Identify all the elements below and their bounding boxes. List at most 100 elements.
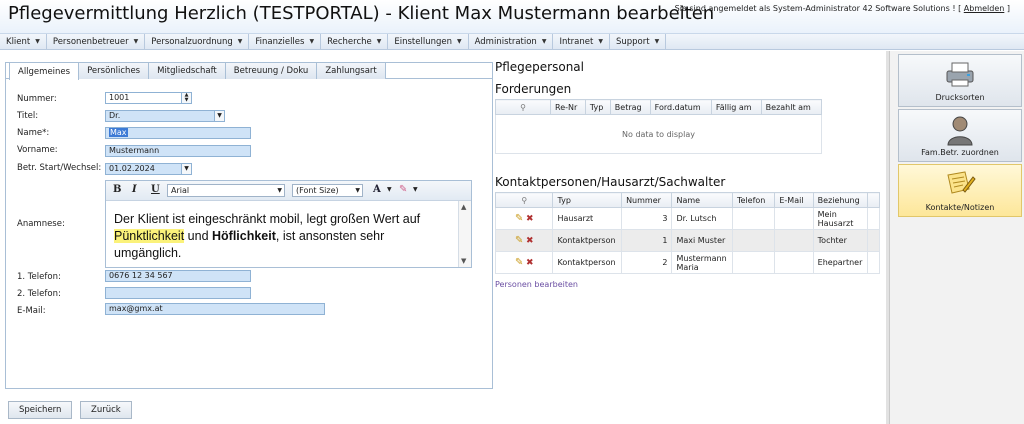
column-header[interactable]: Typ xyxy=(584,99,611,115)
kontakte-notizen-button[interactable]: Kontakte/Notizen xyxy=(898,164,1022,217)
chevron-down-icon[interactable]: ▼ xyxy=(413,186,418,193)
menu-item-support[interactable]: Support ▼ xyxy=(610,34,667,49)
drucksorten-button[interactable]: Drucksorten xyxy=(898,54,1022,107)
table-row[interactable]: ✎ ✖ Kontaktperson 1 Maxi Muster Tochter xyxy=(494,229,881,252)
menu-item-einstellungen[interactable]: Einstellungen ▼ xyxy=(388,34,469,49)
anamnese-editor[interactable]: B I U Arial ▼ (Font Size) ▼ A ▼ ✎ ▼ Der … xyxy=(105,180,472,268)
cell-nummer: 2 xyxy=(621,251,673,274)
fam-betr-zuordnen-button[interactable]: Fam.Betr. zuordnen xyxy=(898,109,1022,162)
tab-allgemeines[interactable]: Allgemeines xyxy=(9,62,80,80)
tab-betreuung-doku[interactable]: Betreuung / Doku xyxy=(224,62,318,79)
column-header[interactable]: Ford.datum xyxy=(649,99,712,115)
logout-link[interactable]: Abmelden xyxy=(964,4,1005,13)
printer-icon xyxy=(946,62,974,87)
scroll-down-icon[interactable]: ▼ xyxy=(461,257,466,265)
editor-toolbar: B I U Arial ▼ (Font Size) ▼ A ▼ ✎ ▼ xyxy=(106,181,471,201)
menu-item-personenbetreuer[interactable]: Personenbetreuer ▼ xyxy=(47,34,146,49)
table-row[interactable]: ✎ ✖ Kontaktperson 2 Mustermann Maria Ehe… xyxy=(494,251,881,274)
chevron-down-icon: ▼ xyxy=(654,38,660,45)
menu-item-klient[interactable]: Klient ▼ xyxy=(0,34,47,49)
edit-icon[interactable]: ✎ xyxy=(515,257,523,268)
column-header[interactable]: Typ xyxy=(552,192,623,208)
fam-betr-label: Fam.Betr. zuordnen xyxy=(921,148,999,157)
column-header[interactable]: Beziehung xyxy=(812,192,868,208)
menu-label: Personenbetreuer xyxy=(52,36,129,47)
pflegepersonal-heading: Pflegepersonal xyxy=(495,60,584,74)
tab-mitgliedschaft[interactable]: Mitgliedschaft xyxy=(148,62,226,79)
edit-icon[interactable]: ✎ xyxy=(515,213,523,224)
delete-icon[interactable]: ✖ xyxy=(526,236,534,246)
italic-button[interactable]: I xyxy=(132,184,137,195)
cell-telefon xyxy=(731,229,776,252)
nummer-value: 1001 xyxy=(109,93,130,102)
delete-icon[interactable]: ✖ xyxy=(526,214,534,224)
font-select[interactable]: Arial ▼ xyxy=(167,184,285,197)
menu-item-recherche[interactable]: Recherche ▼ xyxy=(321,34,389,49)
menu-item-intranet[interactable]: Intranet ▼ xyxy=(553,34,610,49)
underline-button[interactable]: U xyxy=(151,184,160,195)
start-date-value: 01.02.2024 xyxy=(109,164,155,173)
tel2-field[interactable] xyxy=(105,287,251,299)
font-color-button[interactable]: A xyxy=(373,184,381,195)
column-header[interactable]: E-Mail xyxy=(774,192,814,208)
start-date-field[interactable]: 01.02.2024 ▼ xyxy=(105,163,192,175)
user-info: Sie sind angemeldet als System-Administr… xyxy=(675,4,1010,13)
cell-spacer xyxy=(866,251,881,274)
scroll-up-icon[interactable]: ▲ xyxy=(461,203,466,211)
splitter-handle[interactable] xyxy=(886,51,890,424)
menu-item-administration[interactable]: Administration ▼ xyxy=(469,34,554,49)
page-title: Pflegevermittlung Herzlich (TESTPORTAL) … xyxy=(8,3,715,24)
tel1-field[interactable]: 0676 12 34 567 xyxy=(105,270,251,282)
cell-name: Maxi Muster xyxy=(671,229,733,252)
nummer-field[interactable]: 1001 ▲ ▼ xyxy=(105,92,192,104)
chevron-down-icon[interactable]: ▼ xyxy=(214,111,224,121)
titel-select[interactable]: Dr. ▼ xyxy=(105,110,225,122)
chevron-down-icon[interactable]: ▼ xyxy=(387,186,392,193)
column-header[interactable]: Bezahlt am xyxy=(760,99,823,115)
titel-label: Titel: xyxy=(17,111,39,121)
column-header[interactable]: Betrag xyxy=(609,99,651,115)
column-header[interactable]: Fällig am xyxy=(710,99,762,115)
calendar-dropdown-icon[interactable]: ▼ xyxy=(181,164,191,174)
kontakt-table: ⚲ Typ Nummer Name Telefon E-Mail Beziehu… xyxy=(494,192,881,274)
row-actions: ✎ ✖ xyxy=(494,229,554,252)
name-value: Max xyxy=(109,128,128,137)
vorname-label: Vorname: xyxy=(17,145,58,155)
forderungen-heading: Forderungen xyxy=(495,82,572,96)
spinner-icon[interactable]: ▲ ▼ xyxy=(181,93,191,103)
column-header[interactable]: Nummer xyxy=(621,192,673,208)
email-label: E-Mail: xyxy=(17,306,46,316)
column-header[interactable]: Re-Nr xyxy=(550,99,586,115)
menu-item-finanzielles[interactable]: Finanzielles ▼ xyxy=(249,34,322,49)
kontakt-header-row: ⚲ Typ Nummer Name Telefon E-Mail Beziehu… xyxy=(494,192,881,208)
save-button[interactable]: Speichern xyxy=(8,401,73,419)
title-bar: Pflegevermittlung Herzlich (TESTPORTAL) … xyxy=(0,0,1024,34)
no-data-text: No data to display xyxy=(495,114,822,154)
back-button[interactable]: Zurück xyxy=(80,401,132,419)
bold-button[interactable]: B xyxy=(113,184,121,195)
font-size-select[interactable]: (Font Size) ▼ xyxy=(292,184,363,197)
personen-bearbeiten-link[interactable]: Personen bearbeiten xyxy=(495,280,578,289)
tab-zahlungsart[interactable]: Zahlungsart xyxy=(316,62,386,79)
name-field[interactable]: Max xyxy=(105,127,251,139)
column-header[interactable]: Name xyxy=(671,192,733,208)
main-menu: Klient ▼ Personenbetreuer ▼ Personalzuordn… xyxy=(0,34,1024,50)
vorname-field[interactable]: Mustermann xyxy=(105,145,251,157)
tab-persoenliches[interactable]: Persönliches xyxy=(78,62,150,79)
highlighter-icon[interactable]: ✎ xyxy=(399,184,407,195)
edit-icon[interactable]: ✎ xyxy=(515,235,523,246)
cell-email xyxy=(774,229,814,252)
column-header[interactable]: Telefon xyxy=(731,192,776,208)
column-header-icon: ⚲ xyxy=(495,99,551,115)
anamnese-text[interactable]: Der Klient ist eingeschränkt mobil, legt… xyxy=(114,211,454,262)
anamnese-text-1: Der Klient ist eingeschränkt mobil, legt… xyxy=(114,212,421,226)
cell-beziehung: Ehepartner xyxy=(812,251,868,274)
email-field[interactable]: max@gmx.at xyxy=(105,303,325,315)
menu-item-personalzuordnung[interactable]: Personalzuordnung ▼ xyxy=(145,34,250,49)
editor-scrollbar[interactable]: ▲ ▼ xyxy=(458,201,471,267)
row-actions: ✎ ✖ xyxy=(494,207,554,230)
delete-icon[interactable]: ✖ xyxy=(526,258,534,268)
tel2-label: 2. Telefon: xyxy=(17,289,61,299)
forderungen-table: ⚲ Re-Nr Typ Betrag Ford.datum Fällig am … xyxy=(495,99,823,154)
table-row[interactable]: ✎ ✖ Hausarzt 3 Dr. Lutsch Mein Hausarzt xyxy=(494,207,881,230)
